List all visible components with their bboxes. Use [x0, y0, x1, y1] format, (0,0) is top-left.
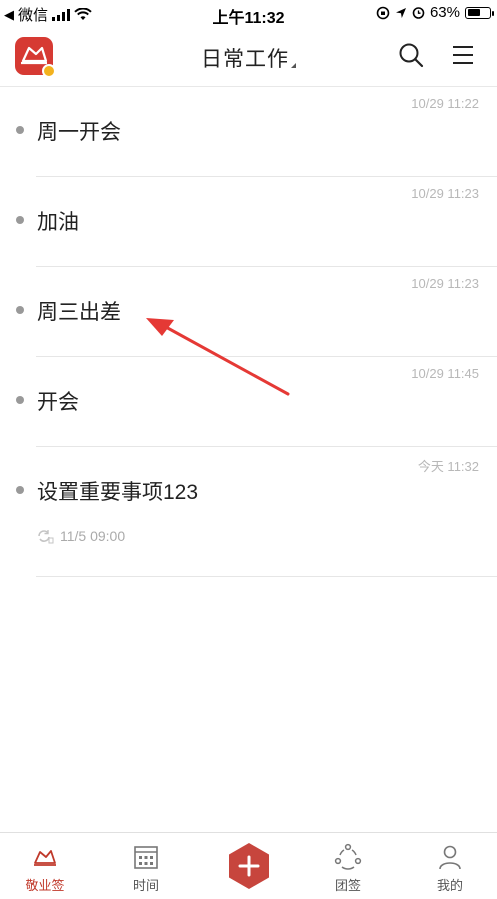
alarm-icon	[412, 7, 425, 19]
location-icon	[395, 7, 406, 18]
menu-icon[interactable]	[451, 44, 475, 66]
note-time: 10/29 11:23	[411, 276, 479, 291]
note-item[interactable]: 10/29 11:23 加油	[0, 177, 497, 267]
bullet-icon	[16, 126, 24, 134]
bullet-icon	[16, 306, 24, 314]
tab-label: 我的	[436, 878, 463, 893]
annotation-arrow-icon	[146, 318, 290, 396]
status-bar: ◀ 微信 上午11:32 63%	[0, 0, 497, 27]
note-title: 加油	[37, 211, 79, 234]
tab-notes[interactable]: 敬业签	[10, 843, 80, 894]
divider	[36, 576, 497, 577]
tab-label: 敬业签	[25, 878, 65, 893]
note-time: 今天 11:32	[417, 459, 479, 474]
tab-label: 时间	[132, 878, 159, 893]
tab-time[interactable]: 时间	[111, 843, 181, 894]
repeat-reminder-icon	[38, 530, 54, 544]
tab-profile[interactable]: 我的	[415, 843, 485, 894]
note-time: 10/29 11:22	[411, 96, 479, 111]
note-title: 周三出差	[37, 301, 121, 324]
bullet-icon	[16, 216, 24, 224]
note-title: 设置重要事项123	[37, 481, 199, 504]
rotation-lock-icon	[376, 6, 390, 19]
note-time: 10/29 11:23	[411, 186, 479, 201]
note-item[interactable]: 10/29 11:22 周一开会	[0, 87, 497, 177]
note-icon	[34, 850, 56, 866]
battery-fill	[467, 9, 481, 16]
tab-team[interactable]: 团签	[313, 843, 383, 894]
bottom-tab-bar: 敬业签 时间 团签 我的	[0, 832, 497, 899]
battery-icon	[465, 6, 494, 19]
note-time: 10/29 11:45	[411, 366, 479, 381]
status-right: 63%	[376, 4, 494, 21]
reminder-row: 11/5 09:00	[36, 528, 125, 544]
page-title: 日常工作	[201, 48, 289, 71]
tab-label: 团签	[334, 878, 361, 893]
note-item[interactable]: 今天 11:32 设置重要事项123 11/5 09:00	[0, 447, 497, 577]
bullet-icon	[16, 486, 24, 494]
calendar-icon	[134, 846, 158, 869]
add-note-button[interactable]	[224, 841, 274, 891]
note-title: 开会	[37, 391, 79, 414]
team-icon	[334, 843, 362, 870]
search-icon[interactable]	[398, 42, 424, 68]
note-title: 周一开会	[37, 121, 121, 144]
dropdown-caret-icon	[291, 63, 296, 68]
profile-icon	[439, 845, 461, 870]
bullet-icon	[16, 396, 24, 404]
app-header: 日常工作	[0, 26, 497, 87]
reminder-time: 11/5 09:00	[60, 528, 126, 544]
battery-percent: 63%	[429, 4, 460, 21]
